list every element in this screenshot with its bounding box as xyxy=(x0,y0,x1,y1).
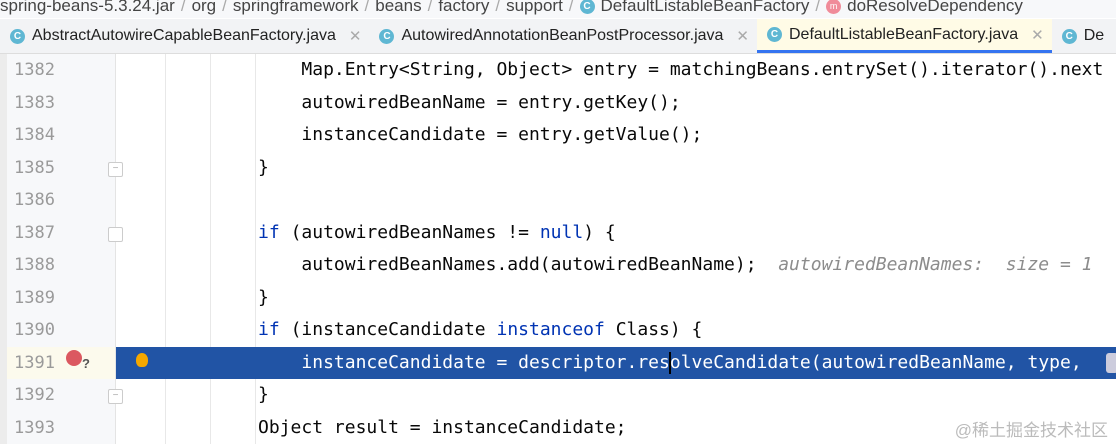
breadcrumb-item[interactable]: DefaultListableBeanFactory xyxy=(601,0,810,16)
code-text: instanceCandidate = descriptor.resolveCa… xyxy=(128,347,1093,380)
keyword: if xyxy=(258,221,280,243)
code-token: (autowiredBeanNames != xyxy=(279,221,540,243)
watermark: @稀土掘金技术社区 xyxy=(954,421,1108,440)
code-token: } xyxy=(258,286,269,308)
breadcrumb-item[interactable]: factory xyxy=(438,0,489,16)
tab-2[interactable]: C DefaultListableBeanFactory.java ✕ xyxy=(757,19,1052,53)
code-text: instanceCandidate = entry.getValue(); xyxy=(128,119,702,152)
code-text: autowiredBeanNames.add(autowiredBeanName… xyxy=(128,249,1093,282)
code-line[interactable]: instanceCandidate = entry.getValue(); xyxy=(116,119,1116,152)
line-number[interactable]: 1384 xyxy=(14,119,74,152)
code-line[interactable]: } xyxy=(116,282,1116,315)
class-icon: C xyxy=(1061,28,1077,44)
line-number[interactable]: 1389 xyxy=(14,282,74,315)
code-line[interactable] xyxy=(116,184,1116,217)
tab-label: DefaultListableBeanFactory.java xyxy=(789,25,1019,43)
line-number[interactable]: 1393 xyxy=(14,412,74,444)
line-number[interactable]: 1392 xyxy=(14,379,74,412)
line-number[interactable]: 1385 xyxy=(14,152,74,185)
breadcrumb-separator: / xyxy=(222,0,227,15)
close-tab-icon[interactable]: ✕ xyxy=(349,27,362,45)
inlay-hint xyxy=(1106,352,1116,373)
method-icon: m xyxy=(826,0,842,14)
class-icon: C xyxy=(379,28,395,44)
code-text: } xyxy=(128,379,269,412)
code-token: olveCandidate(autowiredBeanName, type, xyxy=(669,351,1093,373)
line-number[interactable]: 1390 xyxy=(14,314,74,347)
tab-label: De xyxy=(1083,27,1105,44)
code-line[interactable]: Map.Entry<String, Object> entry = matchi… xyxy=(116,54,1116,87)
breadcrumb-separator: / xyxy=(495,0,501,15)
breakpoint-question-icon: ? xyxy=(82,356,90,371)
line-number[interactable]: 1382 xyxy=(14,54,74,87)
line-number[interactable]: 1386 xyxy=(14,184,74,217)
breadcrumb-item[interactable]: beans xyxy=(375,0,421,16)
code-text: Object result = instanceCandidate; xyxy=(128,412,627,444)
breadcrumb-item[interactable]: org xyxy=(192,0,217,16)
code-text: if (autowiredBeanNames != null) { xyxy=(128,217,616,250)
line-number[interactable]: 1391 xyxy=(14,347,74,380)
code-line[interactable]: autowiredBeanNames.add(autowiredBeanName… xyxy=(116,249,1116,282)
tab-label: AbstractAutowireCapableBeanFactory.java xyxy=(32,27,336,44)
code-line[interactable]: if (instanceCandidate instanceof Class) … xyxy=(116,314,1116,347)
breadcrumb-separator: / xyxy=(568,0,574,15)
code-token: instanceCandidate = entry.getValue(); xyxy=(258,124,703,145)
breadcrumb-separator: / xyxy=(427,0,433,15)
breakpoint-icon[interactable] xyxy=(66,350,82,366)
breadcrumb-item[interactable]: support xyxy=(506,0,563,16)
tab-label: AutowiredAnnotationBeanPostProcessor.jav… xyxy=(401,27,724,44)
breadcrumb-separator: / xyxy=(815,0,821,15)
code-token: Class) { xyxy=(604,319,703,340)
close-tab-icon[interactable]: ✕ xyxy=(1031,26,1044,44)
tab-0[interactable]: C AbstractAutowireCapableBeanFactory.java… xyxy=(0,19,369,53)
class-icon: C xyxy=(579,0,595,14)
code-line[interactable]: } xyxy=(116,152,1116,185)
code-line[interactable]: if (autowiredBeanNames != null) { xyxy=(116,217,1116,250)
tab-3[interactable]: C De xyxy=(1052,19,1112,53)
code-text: } xyxy=(128,282,269,315)
code-line[interactable]: instanceCandidate = descriptor.resolveCa… xyxy=(116,346,1116,380)
debug-inline-value: autowiredBeanNames: size = 1 xyxy=(778,254,1093,275)
tab-1[interactable]: C AutowiredAnnotationBeanPostProcessor.ja… xyxy=(369,19,757,53)
breadcrumb-separator: / xyxy=(180,0,186,15)
breadcrumb-item[interactable]: springframework xyxy=(233,0,359,16)
keyword: instanceof xyxy=(496,319,605,340)
breadcrumb-separator: / xyxy=(364,0,370,15)
line-number[interactable]: 1383 xyxy=(14,87,74,120)
line-number[interactable]: 1387 xyxy=(14,217,74,250)
code-token: autowiredBeanNames.add(autowiredBeanName… xyxy=(258,254,779,275)
code-line[interactable]: } xyxy=(116,379,1116,412)
breadcrumb-item[interactable]: doResolveDependency xyxy=(847,0,1023,16)
code-text: if (instanceCandidate instanceof Class) … xyxy=(128,314,702,347)
gutter: 1382 1383 1384 1385−1386 1387 1388 1389 1390 139… xyxy=(0,54,123,444)
code-text: Map.Entry<String, Object> entry = matchi… xyxy=(128,54,1103,87)
close-tab-icon[interactable]: ✕ xyxy=(736,27,749,45)
code-token: (instanceCandidate xyxy=(279,319,497,340)
code-token: Object result = instanceCandidate; xyxy=(258,416,627,438)
keyword: null xyxy=(539,221,584,243)
breadcrumb: spring-beans-5.3.24.jar / org / springframew… xyxy=(0,0,1116,18)
editor-tabs: C AbstractAutowireCapableBeanFactory.java… xyxy=(0,19,1116,54)
code-token: instanceCandidate = descriptor.res xyxy=(258,351,670,373)
line-number[interactable]: 1388 xyxy=(14,249,74,282)
code-token: } xyxy=(258,384,269,405)
class-icon: C xyxy=(767,27,782,42)
code-line[interactable]: autowiredBeanName = entry.getKey(); xyxy=(116,87,1116,120)
code-token: } xyxy=(258,156,269,178)
code-text: } xyxy=(128,152,269,185)
keyword: if xyxy=(258,319,280,340)
code-editor[interactable]: Map.Entry<String, Object> entry = matchi… xyxy=(116,54,1116,444)
code-token: ) { xyxy=(583,221,616,243)
code-token: Map.Entry<String, Object> entry = matchi… xyxy=(258,59,1104,80)
code-token: autowiredBeanName = entry.getKey(); xyxy=(258,91,681,113)
class-icon: C xyxy=(10,28,25,44)
code-text: autowiredBeanName = entry.getKey(); xyxy=(128,87,681,120)
breadcrumb-item[interactable]: spring-beans-5.3.24.jar xyxy=(0,0,175,16)
